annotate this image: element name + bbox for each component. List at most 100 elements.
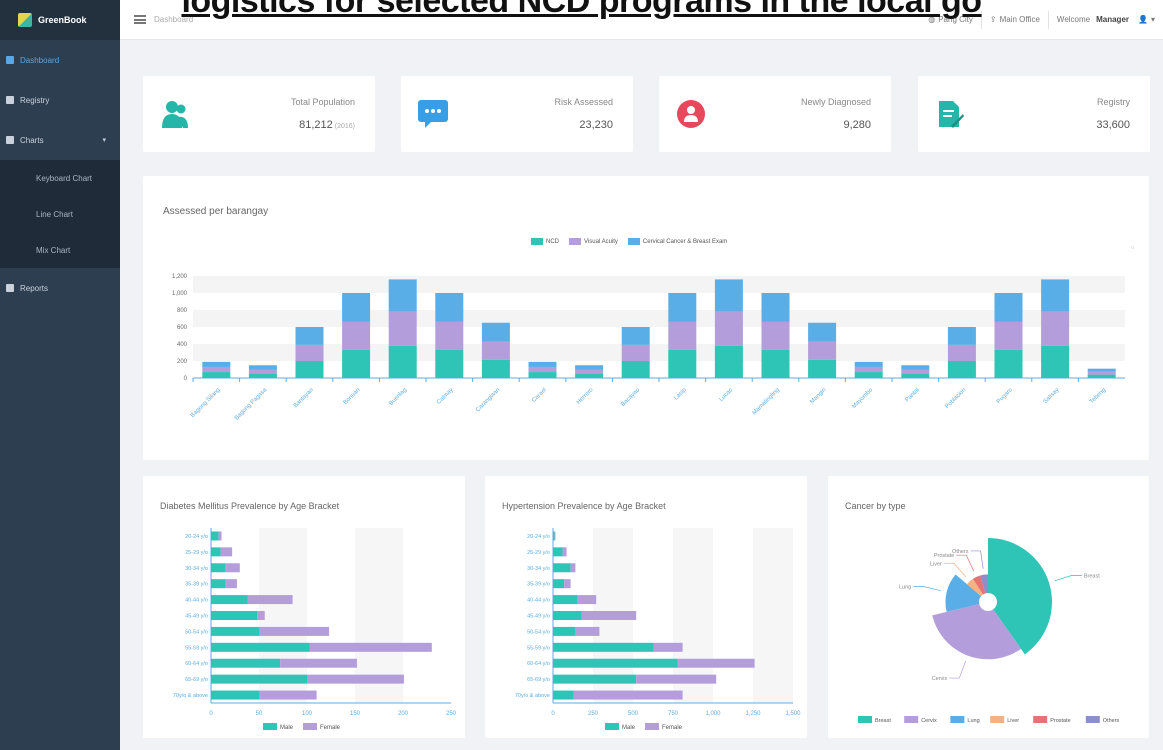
x-tick-label: 1,000 <box>705 711 721 717</box>
bar-segment <box>295 344 324 361</box>
bar-segment <box>257 611 265 620</box>
legend-label: Others <box>1103 718 1120 724</box>
bar-segment <box>211 595 248 605</box>
bar-segment <box>295 327 324 345</box>
bar-segment <box>553 547 563 557</box>
bar-segment <box>808 341 837 360</box>
slice-label: Cervix <box>932 676 948 682</box>
stat-card-risk-assessed: Risk Assessed 23,230 <box>401 76 633 152</box>
sidebar-item-label: Charts <box>20 135 44 145</box>
y-tick-label: 55-59 y/o <box>185 645 208 651</box>
bar-segment <box>761 349 790 378</box>
y-tick-label: 1,200 <box>172 274 188 280</box>
x-tick-label: 0 <box>209 711 213 717</box>
y-tick-label: 55-59 y/o <box>527 645 550 651</box>
y-tick-label: 20-24 y/o <box>185 534 208 540</box>
bar-segment <box>225 579 237 589</box>
sidebar-item-dashboard[interactable]: Dashboard <box>0 40 120 80</box>
sidebar-subitem-mix-chart[interactable]: Mix Chart <box>0 232 120 268</box>
bar-segment <box>307 674 404 684</box>
sidebar-item-reports[interactable]: Reports <box>0 268 120 308</box>
bar-segment <box>947 344 976 361</box>
sidebar-item-label: Dashboard <box>20 55 60 65</box>
sidebar-item-charts[interactable]: Charts ▾ <box>0 120 120 160</box>
sidebar-subitem-keyboard-chart[interactable]: Keyboard Chart <box>0 160 120 196</box>
slice-label: Others <box>952 549 969 555</box>
bar-segment <box>220 547 233 557</box>
stat-label: Total Population <box>290 97 355 107</box>
sidebar-item-registry[interactable]: Registry <box>0 80 120 120</box>
chat-icon <box>417 98 449 130</box>
x-tick-label: Lucao <box>719 387 735 403</box>
x-tick-label: Bagong Silang <box>190 387 222 419</box>
y-tick-label: 30-34 y/o <box>185 566 208 572</box>
bar-segment <box>901 373 930 378</box>
bar-segment <box>280 658 357 668</box>
legend-swatch <box>858 716 872 723</box>
bar-segment <box>481 322 510 342</box>
bar-segment <box>575 369 604 374</box>
grid-band <box>193 344 1125 361</box>
bar-segment <box>211 563 226 573</box>
person-alert-icon <box>675 98 707 130</box>
bar-segment <box>248 365 277 370</box>
legend-swatch-female <box>645 723 659 730</box>
bar-segment <box>573 690 683 700</box>
bar-segment <box>295 361 324 378</box>
bar-segment <box>211 674 307 684</box>
y-tick-label: 65-69 y/o <box>527 677 550 683</box>
cancer-chart-card: Cancer by type Breast Cervix Lung Liver Pros… <box>828 476 1149 738</box>
bar-segment <box>211 642 310 652</box>
legend-swatch-female <box>303 723 317 730</box>
bar-segment <box>528 361 557 367</box>
legend-swatch <box>950 716 965 723</box>
bar-segment <box>581 611 637 620</box>
hypertension-bar-chart: 0 250 500 750 1,000 1,250 1,500 20-24 y/o 25-29 … <box>515 528 801 731</box>
y-tick-label: 60-64 y/o <box>527 661 550 667</box>
barangay-bar-chart: 0 200 400 600 800 1,000 1,200 Bagong Silang Bago… <box>172 242 1134 422</box>
legend-swatch-male <box>263 723 277 730</box>
y-tick-label: 40-44 y/o <box>527 598 550 604</box>
x-tick-label: 250 <box>588 711 599 717</box>
y-tick-label: 70y/o & above <box>173 693 208 699</box>
bar-segment <box>854 372 883 378</box>
sidebar-item-label: Reports <box>20 283 49 293</box>
bar-segment <box>621 344 650 361</box>
bar-segment <box>435 349 464 378</box>
bar-segment <box>259 690 317 700</box>
x-tick-label: 500 <box>628 711 639 717</box>
bar-segment <box>553 642 654 652</box>
bar-segment <box>259 626 330 636</box>
document-edit-icon <box>934 98 966 130</box>
bar-segment <box>901 369 930 374</box>
bar-segment <box>309 642 432 652</box>
bar-segment <box>653 642 683 652</box>
sidebar-subitem-line-chart[interactable]: Line Chart <box>0 196 120 232</box>
bar-segment <box>570 563 576 573</box>
label-leader <box>913 586 941 592</box>
bar-segment <box>481 359 510 378</box>
x-tick-label: Pantal <box>904 387 920 403</box>
x-tick-label: Carael <box>531 387 548 404</box>
x-tick-label: 50 <box>256 711 263 717</box>
bar-segment <box>211 658 281 668</box>
stat-unit: (2016) <box>334 123 355 130</box>
y-tick-label: 0 <box>184 376 188 382</box>
toolbox-icon: ▫ <box>1131 242 1134 252</box>
x-tick-label: 100 <box>302 711 313 717</box>
bar-segment <box>553 674 637 684</box>
x-tick-label: Mayombo <box>851 387 874 410</box>
bar-segment <box>564 579 571 589</box>
y-tick-label: 25-29 y/o <box>185 550 208 556</box>
x-tick-label: Tebeng <box>1089 387 1107 405</box>
x-tick-label: 1,500 <box>785 711 801 717</box>
bar-segment <box>528 372 557 378</box>
bar-segment <box>761 293 790 322</box>
x-tick-label: 200 <box>398 711 409 717</box>
y-tick-label: 70y/o & above <box>515 693 550 699</box>
y-tick-label: 30-34 y/o <box>527 566 550 572</box>
legend-label-male: Male <box>280 725 294 731</box>
y-tick-label: 50-54 y/o <box>185 629 208 635</box>
bar-segment <box>1041 311 1070 346</box>
x-tick-label: Lasip <box>673 387 688 402</box>
